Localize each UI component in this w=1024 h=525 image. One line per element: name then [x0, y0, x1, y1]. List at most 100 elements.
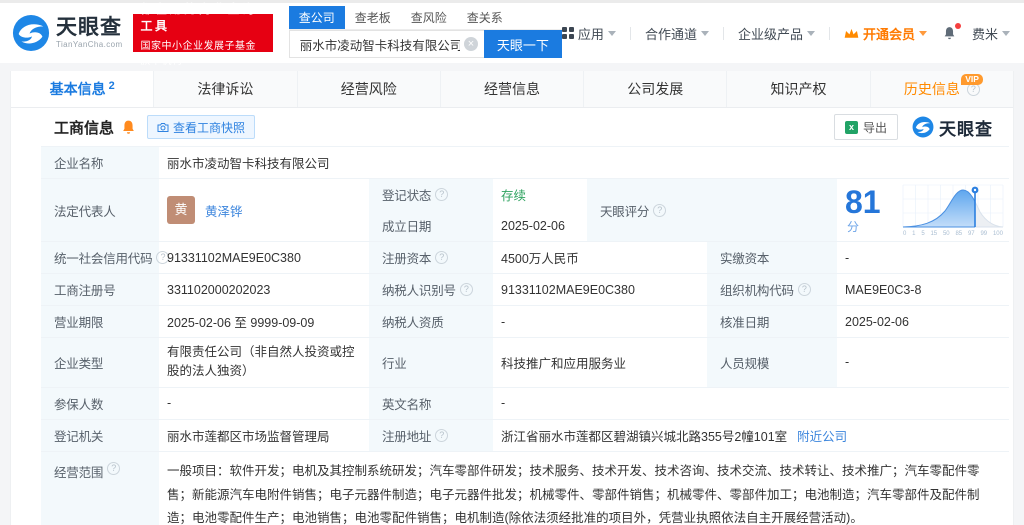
business-snapshot-button[interactable]: 查看工商快照 — [147, 115, 255, 139]
field-value-org-code: MAE9E0C3-8 — [837, 274, 1009, 305]
export-button[interactable]: x 导出 — [834, 114, 898, 140]
field-value-legal-rep: 黄 黄泽铧 — [159, 179, 369, 241]
field-value-reg-number: 331102000202023 — [159, 274, 369, 305]
section-header: 工商信息 查看工商快照 x 导出 天眼查 — [11, 108, 1013, 146]
field-label-business-scope: 经营范围 ? — [41, 452, 159, 525]
field-label-taxpayer-quality: 纳税人资质 — [369, 306, 493, 337]
field-value-approve-date: 2025-02-06 — [837, 306, 1009, 337]
label-text: 统一社会信用代码 — [54, 248, 152, 267]
help-icon[interactable]: ? — [653, 204, 666, 217]
nav-apps-label: 应用 — [578, 24, 604, 43]
section-title: 工商信息 — [54, 117, 114, 138]
export-button-label: 导出 — [863, 119, 887, 136]
help-icon[interactable]: ? — [798, 283, 811, 296]
search-type-tabs: 查公司 查老板 查风险 查关系 — [289, 8, 562, 30]
tab-count-badge: 2 — [109, 80, 115, 92]
field-label-industry: 行业 — [369, 338, 493, 387]
top-bar: 天眼查 TianYanCha.com 都在用的商业查询工具 国家中小企业发展子基… — [0, 3, 1024, 63]
help-icon[interactable]: ? — [435, 429, 448, 442]
tab-label: 历史信息 — [904, 79, 960, 99]
legal-rep-link[interactable]: 黄泽铧 — [205, 201, 243, 220]
score-chart-ticks: 0151550859799100 — [901, 231, 1005, 237]
slogan-line1: 都在用的商业查询工具 — [141, 0, 265, 34]
tab-operation-risk[interactable]: 经营风险 — [298, 71, 441, 107]
nav-channel-label: 合作通道 — [645, 24, 697, 43]
search-input[interactable] — [289, 30, 484, 58]
field-value-insured: - — [159, 388, 369, 419]
field-label-reg-number: 工商注册号 — [41, 274, 159, 305]
score-cell[interactable]: 81分 — [837, 179, 1009, 241]
camera-icon — [157, 122, 169, 133]
company-detail-card: 基本信息 2 法律诉讼 经营风险 经营信息 公司发展 知识产权 VIP 历史信息… — [10, 71, 1014, 525]
nav-user-label: 费米 — [972, 24, 998, 43]
notification-bell[interactable] — [941, 25, 958, 42]
label-text: 组织机构代码 — [720, 280, 794, 299]
nav-divider — [829, 27, 830, 40]
tab-label: 法律诉讼 — [197, 79, 253, 99]
field-value-credit-code: 91331102MAE9E0C380 — [159, 242, 369, 273]
search-block: 查公司 查老板 查风险 查关系 × 天眼一下 — [289, 8, 562, 58]
table-row: 登记机关 丽水市莲都区市场监督管理局 注册地址 ? 浙江省丽水市莲都区碧湖镇兴城… — [41, 420, 1009, 452]
excel-icon: x — [845, 121, 858, 134]
field-value-company-type: 有限责任公司（非自然人投资或控股的法人独资） — [159, 338, 369, 387]
brand-slogan-banner: 都在用的商业查询工具 国家中小企业发展子基金旗下机构 — [133, 14, 273, 52]
field-label-english-name: 英文名称 — [369, 388, 493, 419]
tab-basic-info[interactable]: 基本信息 2 — [11, 71, 154, 107]
field-label-org-code: 组织机构代码 ? — [707, 274, 837, 305]
chevron-down-icon — [608, 31, 616, 36]
search-tab-relation[interactable]: 查关系 — [457, 6, 513, 29]
nav-user[interactable]: 费米 — [972, 24, 1010, 43]
tab-label: 经营信息 — [484, 79, 540, 99]
detail-tabs: 基本信息 2 法律诉讼 经营风险 经营信息 公司发展 知识产权 VIP 历史信息… — [11, 71, 1013, 108]
table-row: 企业名称 丽水市凌动智卡科技有限公司 — [41, 147, 1009, 179]
field-label-approve-date: 核准日期 — [707, 306, 837, 337]
nearby-companies-link[interactable]: 附近公司 — [797, 426, 847, 445]
tab-history-info[interactable]: VIP 历史信息 ? — [871, 71, 1013, 107]
announcement-bell-icon[interactable] — [122, 120, 135, 135]
search-tab-company[interactable]: 查公司 — [289, 6, 345, 29]
search-button[interactable]: 天眼一下 — [484, 30, 562, 58]
tab-company-development[interactable]: 公司发展 — [584, 71, 727, 107]
nav-channel[interactable]: 合作通道 — [645, 24, 709, 43]
nav-apps[interactable]: 应用 — [562, 24, 616, 43]
top-nav: 应用 合作通道 企业级产品 开通会员 费米 — [562, 24, 1010, 43]
help-icon[interactable]: ? — [107, 462, 120, 475]
logo-swirl-icon — [12, 14, 50, 52]
legal-rep-avatar[interactable]: 黄 — [167, 196, 195, 224]
field-label-company-type: 企业类型 — [41, 338, 159, 387]
tianyancha-logo[interactable]: 天眼查 TianYanCha.com — [12, 14, 123, 52]
tab-operation-info[interactable]: 经营信息 — [441, 71, 584, 107]
field-label-reg-capital: 注册资本 ? — [369, 242, 493, 273]
search-tab-risk[interactable]: 查风险 — [401, 6, 457, 29]
table-row: 统一社会信用代码 ? 91331102MAE9E0C380 注册资本 ? 450… — [41, 242, 1009, 274]
search-clear-icon[interactable]: × — [464, 37, 478, 51]
notification-dot — [955, 23, 961, 29]
nav-enterprise[interactable]: 企业级产品 — [738, 24, 815, 43]
business-info-table: 企业名称 丽水市凌动智卡科技有限公司 法定代表人 黄 黄泽铧 登记状态 ? 存续… — [41, 146, 1009, 525]
field-value-establish-date: 2025-02-06 — [493, 210, 587, 241]
field-value-business-scope: 一般项目：软件开发；电机及其控制系统研发；汽车零部件研发；技术服务、技术开发、技… — [159, 452, 1009, 525]
help-icon[interactable]: ? — [460, 283, 473, 296]
logo-domain: TianYanCha.com — [56, 41, 123, 49]
nav-open-vip[interactable]: 开通会员 — [844, 24, 927, 43]
tab-label: 公司发展 — [627, 79, 683, 99]
table-row: 法定代表人 黄 黄泽铧 登记状态 ? 存续 天眼评分 ? 81分 — [41, 179, 1009, 242]
help-icon[interactable]: ? — [435, 188, 448, 201]
field-value-reg-authority: 丽水市莲都区市场监督管理局 — [159, 420, 369, 451]
field-label-staff-size: 人员规模 — [707, 338, 837, 387]
table-row: 工商注册号 331102000202023 纳税人识别号 ? 91331102M… — [41, 274, 1009, 306]
field-label-credit-code: 统一社会信用代码 ? — [41, 242, 159, 273]
address-text: 浙江省丽水市莲都区碧湖镇兴城北路355号2幢101室 — [501, 426, 787, 445]
tab-intellectual-property[interactable]: 知识产权 — [727, 71, 870, 107]
search-tab-boss[interactable]: 查老板 — [345, 6, 401, 29]
nav-open-vip-label: 开通会员 — [863, 24, 915, 43]
score-distribution-chart: 0151550859799100 — [901, 183, 1005, 237]
tab-label: 知识产权 — [771, 79, 827, 99]
slogan-line2: 国家中小企业发展子基金旗下机构 — [141, 37, 265, 67]
field-label-legal-rep: 法定代表人 — [41, 179, 159, 241]
chevron-down-icon — [807, 31, 815, 36]
tab-legal-proceedings[interactable]: 法律诉讼 — [154, 71, 297, 107]
field-value-reg-status: 存续 — [493, 179, 587, 210]
chevron-down-icon — [701, 31, 709, 36]
help-icon[interactable]: ? — [435, 251, 448, 264]
